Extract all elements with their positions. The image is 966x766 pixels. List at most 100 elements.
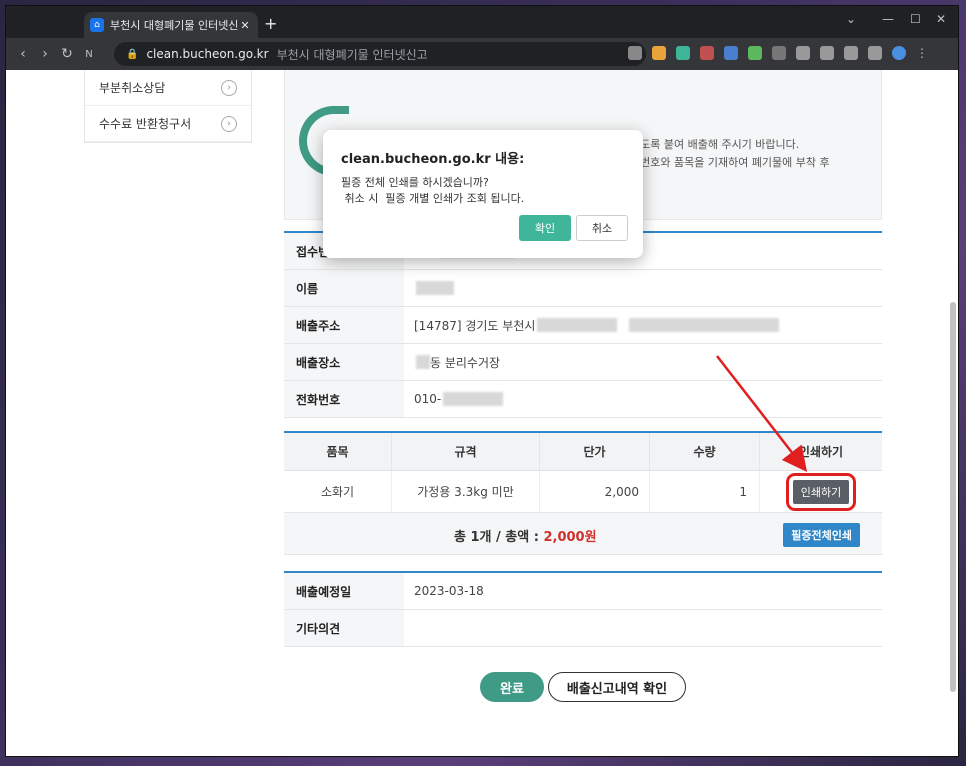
url-host: clean.bucheon.go.kr bbox=[146, 47, 269, 61]
bookmark-star-icon[interactable] bbox=[628, 46, 642, 60]
done-button[interactable]: 완료 bbox=[480, 672, 544, 702]
table-row: 배출주소 [14787] 경기도 부천시 bbox=[284, 307, 882, 344]
sidebar-item-partial-cancel[interactable]: 부분취소상담 › bbox=[85, 70, 251, 106]
dialog-message-1: 필증 전체 인쇄를 하시겠습니까? bbox=[341, 176, 489, 189]
sidebar-icon[interactable] bbox=[868, 46, 882, 60]
redacted-block bbox=[416, 281, 454, 295]
application-info-table: 접수번호 202 이름 배출주소 [14787] 경기도 부천시 배출장소 bbox=[284, 231, 882, 418]
lock-icon: 🔒 bbox=[126, 48, 139, 60]
table-row: 소화기 가정용 3.3kg 미만 2,000 1 인쇄하기 bbox=[284, 471, 882, 513]
address-value: [14787] 경기도 부천시 bbox=[404, 307, 882, 343]
address-text: [14787] 경기도 부천시 bbox=[414, 318, 536, 333]
schedule-table: 배출예정일 2023-03-18 기타의견 bbox=[284, 571, 882, 647]
shield-icon[interactable] bbox=[676, 46, 690, 60]
tab-title: 부천시 대형폐기물 인터넷신 bbox=[110, 19, 238, 32]
table-row: 기타의견 bbox=[284, 610, 882, 647]
item-name: 소화기 bbox=[284, 471, 392, 512]
header-item: 품목 bbox=[284, 433, 392, 470]
close-window-icon[interactable]: ✕ bbox=[936, 12, 946, 26]
total-summary: 총 1개 / 총액 : 2,000원 bbox=[454, 526, 597, 545]
print-all-button[interactable]: 필증전체인쇄 bbox=[783, 523, 860, 547]
reload-icon[interactable]: ↻ bbox=[56, 46, 78, 62]
disposal-date-value: 2023-03-18 bbox=[414, 584, 484, 598]
item-price: 2,000 bbox=[540, 471, 650, 512]
address-bar[interactable]: 🔒 clean.bucheon.go.kr 부천시 대형폐기물 인터넷신고 bbox=[114, 42, 646, 66]
redacted-block bbox=[629, 318, 780, 332]
redacted-block bbox=[443, 392, 504, 406]
print-button[interactable]: 인쇄하기 bbox=[785, 472, 857, 511]
cancel-button[interactable]: 취소 bbox=[576, 215, 628, 241]
other-comments-label: 기타의견 bbox=[284, 610, 404, 646]
phone-label: 전화번호 bbox=[284, 381, 404, 417]
location-label: 배출장소 bbox=[284, 344, 404, 380]
header-spec: 규격 bbox=[392, 433, 540, 470]
translate-icon[interactable] bbox=[724, 46, 738, 60]
browser-window: ⌂ 부천시 대형폐기물 인터넷신 ✕ + ⌄ — ☐ ✕ ‹ › ↻ N 🔒 c… bbox=[6, 6, 958, 756]
disposal-date-label: 배출예정일 bbox=[284, 573, 404, 609]
extension-bar: ⋮ bbox=[628, 46, 928, 60]
location-text: 동 분리수거장 bbox=[430, 355, 501, 370]
location-value: 동 분리수거장 bbox=[404, 344, 882, 380]
minimize-icon[interactable]: — bbox=[882, 12, 894, 26]
sidebar-item-label: 부분취소상담 bbox=[99, 81, 166, 95]
total-prefix: 총 1개 / 총액 : bbox=[454, 530, 544, 545]
download-icon[interactable] bbox=[796, 46, 810, 60]
dialog-message-2: 취소 시 필증 개별 인쇄가 조회 됩니다. bbox=[341, 192, 525, 205]
url-page-title: 부천시 대형폐기물 인터넷신고 bbox=[276, 47, 428, 62]
header-price: 단가 bbox=[540, 433, 650, 470]
redacted-block bbox=[537, 318, 618, 332]
header-qty: 수량 bbox=[650, 433, 760, 470]
menu-icon[interactable]: ⋮ bbox=[916, 46, 928, 60]
extension-icon[interactable] bbox=[652, 46, 666, 60]
chevron-right-icon: › bbox=[221, 79, 237, 96]
phone-text: 010- bbox=[414, 392, 442, 406]
back-icon[interactable]: ‹ bbox=[12, 46, 34, 62]
table-row: 이름 bbox=[284, 270, 882, 307]
sidebar-item-label: 수수료 반환청구서 bbox=[99, 117, 192, 131]
screenshot-icon[interactable] bbox=[844, 46, 858, 60]
avatar[interactable] bbox=[892, 46, 906, 60]
items-table: 품목 규격 단가 수량 인쇄하기 소화기 가정용 3.3kg 미만 2,000 … bbox=[284, 431, 882, 555]
tab-search-icon[interactable]: ⌄ bbox=[846, 12, 856, 26]
bottom-buttons: 완료 배출신고내역 확인 bbox=[480, 672, 686, 702]
redacted-block bbox=[416, 355, 430, 369]
confirm-button[interactable]: 확인 bbox=[519, 215, 571, 241]
print-cell: 인쇄하기 bbox=[760, 471, 882, 512]
table-header: 품목 규격 단가 수량 인쇄하기 bbox=[284, 433, 882, 471]
extension-icon[interactable] bbox=[748, 46, 762, 60]
total-row: 총 1개 / 총액 : 2,000원 필증전체인쇄 bbox=[284, 513, 882, 555]
dialog-title: clean.bucheon.go.kr 내용: bbox=[341, 152, 525, 167]
scrollbar[interactable] bbox=[950, 302, 956, 692]
other-comments-value bbox=[404, 610, 882, 646]
side-menu: 부분취소상담 › 수수료 반환청구서 › bbox=[84, 70, 252, 143]
address-label: 배출주소 bbox=[284, 307, 404, 343]
item-spec: 가정용 3.3kg 미만 bbox=[392, 471, 540, 512]
forward-icon[interactable]: › bbox=[34, 46, 56, 62]
notice-line-1: 잘도록 붙여 배출해 주시기 바랍니다. bbox=[630, 138, 800, 151]
name-label: 이름 bbox=[284, 270, 404, 306]
phone-value: 010- bbox=[404, 381, 882, 417]
table-row: 배출예정일 2023-03-18 bbox=[284, 573, 882, 610]
notice-line-2: 수번호와 품목을 기재하여 폐기물에 부착 후 bbox=[630, 156, 830, 169]
chevron-right-icon: › bbox=[221, 115, 237, 132]
naver-icon[interactable]: N bbox=[78, 49, 100, 60]
browser-tab[interactable]: ⌂ 부천시 대형폐기물 인터넷신 ✕ bbox=[84, 12, 258, 38]
history-button[interactable]: 배출신고내역 확인 bbox=[548, 672, 686, 702]
extension-icon[interactable] bbox=[700, 46, 714, 60]
extension-icon[interactable] bbox=[772, 46, 786, 60]
total-amount: 2,000원 bbox=[543, 530, 597, 545]
name-value bbox=[404, 270, 882, 306]
confirm-dialog: clean.bucheon.go.kr 내용: 필증 전체 인쇄를 하시겠습니까… bbox=[323, 130, 643, 258]
table-row: 배출장소 동 분리수거장 bbox=[284, 344, 882, 381]
page-content: 부분취소상담 › 수수료 반환청구서 › 잘도록 붙여 배출해 주시기 바랍니다… bbox=[6, 70, 958, 756]
new-tab-icon[interactable]: + bbox=[264, 14, 277, 33]
cast-icon[interactable] bbox=[820, 46, 834, 60]
site-favicon-icon: ⌂ bbox=[90, 18, 104, 32]
maximize-icon[interactable]: ☐ bbox=[910, 12, 921, 26]
sidebar-item-fee-refund[interactable]: 수수료 반환청구서 › bbox=[85, 106, 251, 142]
header-print: 인쇄하기 bbox=[798, 445, 844, 459]
item-qty: 1 bbox=[650, 471, 760, 512]
tab-close-icon[interactable]: ✕ bbox=[238, 19, 252, 32]
table-row: 전화번호 010- bbox=[284, 381, 882, 418]
title-bar: ⌂ 부천시 대형폐기물 인터넷신 ✕ + ⌄ — ☐ ✕ bbox=[6, 6, 958, 38]
